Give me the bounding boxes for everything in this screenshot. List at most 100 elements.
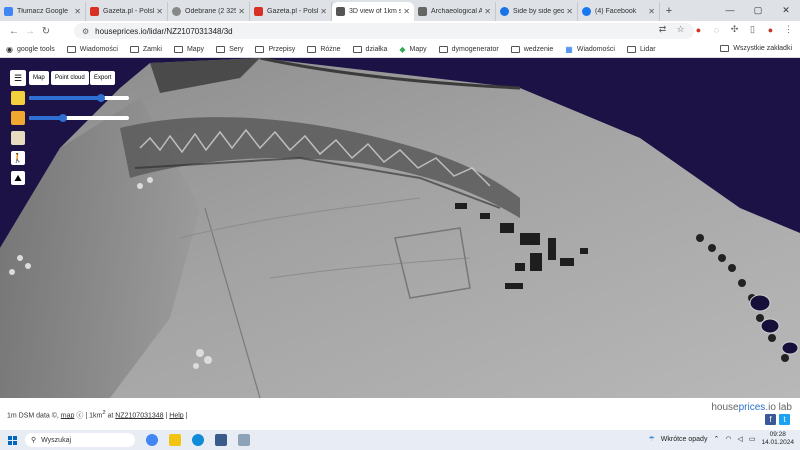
bookmark-folder-wedzenie[interactable]: wedzenie bbox=[510, 45, 553, 53]
texture-icon[interactable] bbox=[11, 131, 25, 145]
folder-icon bbox=[255, 45, 265, 53]
bookmark-folder-dymogenerator[interactable]: dymogenerator bbox=[438, 45, 499, 53]
bookmark-news[interactable]: ▦ Wiadomości bbox=[565, 45, 615, 54]
brand-logo[interactable]: houseprices.io lab bbox=[711, 402, 792, 413]
folder-icon bbox=[66, 45, 76, 53]
browser-tab-bar: Tłumacz Google ✕ Gazeta.pl - Polska ✕ Od… bbox=[0, 0, 800, 21]
maximize-icon[interactable]: ▢ bbox=[744, 0, 772, 21]
tab-1[interactable]: Gazeta.pl - Polska ✕ bbox=[86, 2, 168, 21]
forward-icon[interactable]: → bbox=[22, 26, 38, 37]
url-field[interactable]: ⚙ houseprices.io/lidar/NZ2107031348/3d bbox=[74, 23, 694, 39]
sun-icon[interactable] bbox=[11, 91, 25, 105]
map-button[interactable]: Map bbox=[29, 71, 49, 85]
tab-favicon-icon bbox=[500, 7, 509, 16]
volume-icon[interactable]: ◁ bbox=[737, 435, 742, 443]
bookmark-label: Zamki bbox=[142, 45, 162, 53]
extension-red-icon[interactable]: ● bbox=[693, 25, 704, 35]
tab-0[interactable]: Tłumacz Google ✕ bbox=[0, 2, 86, 21]
back-icon[interactable]: ← bbox=[6, 26, 22, 37]
reload-icon[interactable]: ↻ bbox=[38, 26, 54, 37]
close-icon[interactable]: ✕ bbox=[156, 7, 163, 16]
site-info-icon[interactable]: ⚙ bbox=[82, 27, 89, 36]
bookmark-folder-przepisy[interactable]: Przepisy bbox=[255, 45, 295, 53]
tab-4[interactable]: 3D view of 1km s ✕ bbox=[332, 2, 414, 21]
tab-3[interactable]: Gazeta.pl - Polska ✕ bbox=[250, 2, 332, 21]
chrome-icon[interactable] bbox=[146, 434, 158, 446]
bookmark-label: Różne bbox=[320, 45, 341, 53]
height-scale-icon[interactable] bbox=[11, 111, 25, 125]
tab-favicon-icon bbox=[90, 7, 99, 16]
windows-start-icon[interactable] bbox=[8, 435, 17, 445]
close-icon[interactable]: ✕ bbox=[403, 7, 410, 16]
bookmark-folder-sery[interactable]: Sery bbox=[216, 45, 243, 53]
terrain-mode-icon[interactable]: ⛰ bbox=[11, 171, 25, 185]
bookmark-folder-lidar[interactable]: Lidar bbox=[626, 45, 656, 53]
height-slider-knob[interactable] bbox=[59, 114, 67, 122]
terrain-render[interactable] bbox=[0, 58, 800, 398]
footer-at: at bbox=[105, 412, 116, 420]
clock[interactable]: 09:28 14.01.2024 bbox=[761, 431, 794, 447]
bookmark-google-tools[interactable]: ◉ google tools bbox=[6, 45, 55, 54]
app-icon[interactable] bbox=[238, 434, 250, 446]
extension-icon[interactable]: ◌ bbox=[711, 25, 722, 35]
translate-icon[interactable]: ⇄ bbox=[657, 24, 668, 35]
battery-icon[interactable]: ▭ bbox=[749, 435, 756, 443]
lidar-3d-viewer[interactable]: ☰ Map Point cloud Export 🚶 ⛰ bbox=[0, 58, 800, 398]
bookmark-folder-mapy[interactable]: Mapy bbox=[173, 45, 204, 53]
tile-link[interactable]: NZ2107031348 bbox=[115, 412, 163, 419]
folder-icon bbox=[626, 45, 636, 53]
tab-6[interactable]: Side by side geo ✕ bbox=[496, 2, 578, 21]
close-icon[interactable]: ✕ bbox=[648, 7, 655, 16]
menu-icon[interactable]: ☰ bbox=[10, 70, 26, 86]
weather-text[interactable]: Wkrótce opady bbox=[661, 436, 708, 443]
star-icon[interactable]: ☆ bbox=[675, 24, 686, 35]
url-text: houseprices.io/lidar/NZ2107031348/3d bbox=[95, 26, 233, 36]
bookmark-folder-wiadomosci[interactable]: Wiadomości bbox=[66, 45, 118, 53]
bookmark-maps[interactable]: ◆ Mapy bbox=[399, 45, 426, 54]
close-icon[interactable]: ✕ bbox=[566, 7, 573, 16]
tab-2[interactable]: Odebrane (2 325) ✕ bbox=[168, 2, 250, 21]
minimize-icon[interactable]: — bbox=[716, 0, 744, 21]
close-icon[interactable]: ✕ bbox=[238, 7, 245, 16]
twitter-icon[interactable]: t bbox=[779, 414, 790, 425]
close-window-icon[interactable]: ✕ bbox=[772, 0, 800, 21]
sun-slider[interactable] bbox=[29, 94, 129, 102]
sidepanel-icon[interactable]: ▯ bbox=[747, 24, 758, 35]
taskbar-search[interactable]: ⚲ Wyszukaj bbox=[25, 433, 135, 447]
walk-mode-icon[interactable]: 🚶 bbox=[11, 151, 25, 165]
close-icon[interactable]: ✕ bbox=[484, 7, 491, 16]
folder-icon bbox=[216, 45, 226, 53]
map-link[interactable]: map bbox=[61, 412, 75, 419]
point-cloud-button[interactable]: Point cloud bbox=[51, 71, 89, 85]
tab-favicon-icon bbox=[336, 7, 345, 16]
folder-icon bbox=[129, 45, 139, 53]
weather-icon[interactable]: ☂ bbox=[648, 435, 654, 443]
close-icon[interactable]: ✕ bbox=[320, 7, 327, 16]
bookmark-label: google tools bbox=[16, 45, 55, 53]
export-button[interactable]: Export bbox=[90, 71, 116, 85]
menu-icon[interactable]: ⋮ bbox=[783, 24, 794, 35]
facebook-icon[interactable]: f bbox=[765, 414, 776, 425]
new-tab-button[interactable]: + bbox=[660, 2, 678, 21]
tab-7[interactable]: (4) Facebook ✕ bbox=[578, 2, 660, 21]
wifi-icon[interactable]: ◠ bbox=[725, 435, 731, 443]
edge-icon[interactable] bbox=[192, 434, 204, 446]
brand-part: prices bbox=[738, 402, 766, 413]
tab-5[interactable]: Archaeological A ✕ bbox=[414, 2, 496, 21]
all-bookmarks-button[interactable]: Wszystkie zakładki bbox=[720, 45, 792, 52]
help-link[interactable]: Help bbox=[169, 412, 183, 419]
page-footer: 1m DSM data ©, map ⓒ | 1km2 at NZ2107031… bbox=[0, 398, 800, 430]
sun-slider-knob[interactable] bbox=[97, 94, 105, 102]
bookmark-folder-zamki[interactable]: Zamki bbox=[129, 45, 162, 53]
search-icon: ⚲ bbox=[31, 437, 37, 444]
bookmark-folder-dzialka[interactable]: działka bbox=[352, 45, 387, 53]
bookmark-folder-rozne[interactable]: Różne bbox=[307, 45, 341, 53]
app-icon[interactable] bbox=[215, 434, 227, 446]
folder-icon bbox=[173, 45, 183, 53]
puzzle-icon[interactable]: ✣ bbox=[729, 24, 740, 35]
chevron-up-icon[interactable]: ⌃ bbox=[713, 435, 719, 443]
close-icon[interactable]: ✕ bbox=[74, 7, 81, 16]
height-slider[interactable] bbox=[29, 114, 129, 122]
avatar[interactable]: ● bbox=[765, 25, 776, 35]
file-explorer-icon[interactable] bbox=[169, 434, 181, 446]
